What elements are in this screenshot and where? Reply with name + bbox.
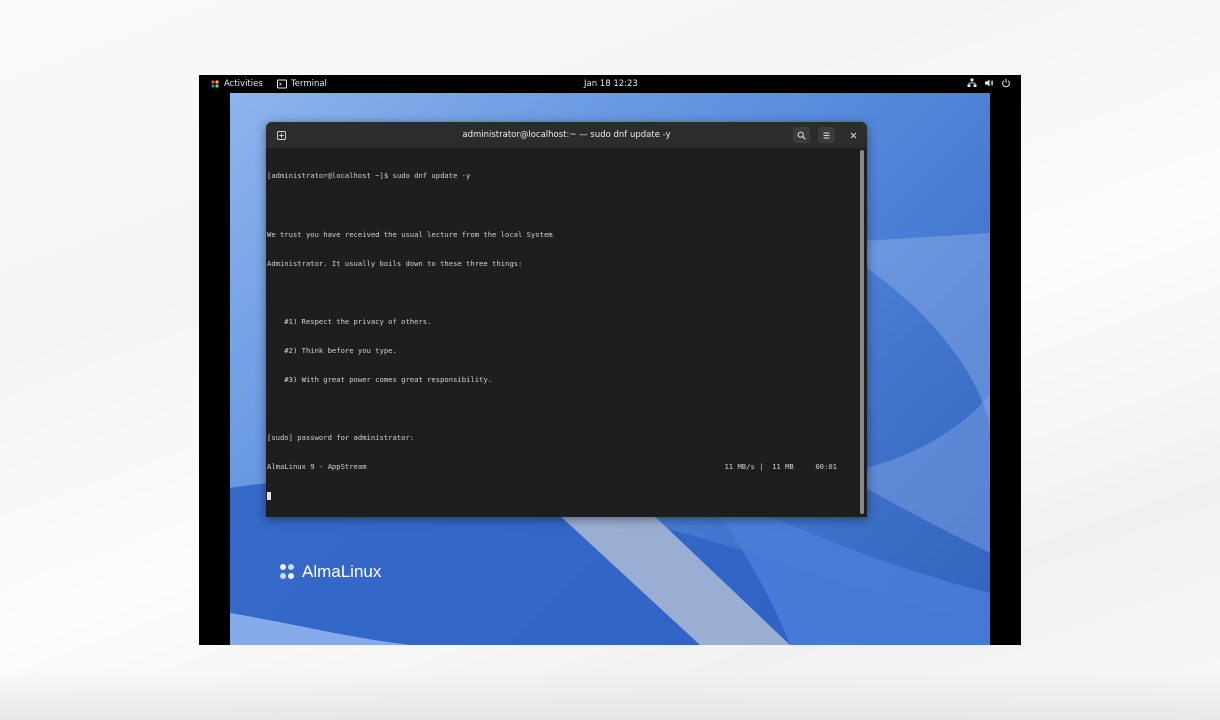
power-icon	[1002, 78, 1010, 88]
terminal-line: #3) With great power comes great respons…	[267, 375, 493, 385]
close-button[interactable]	[845, 127, 862, 143]
cursor-line	[267, 491, 859, 501]
activities-button[interactable]: Activities	[210, 79, 263, 89]
app-menu-terminal[interactable]: Terminal	[277, 79, 327, 89]
network-icon	[967, 78, 977, 87]
activities-label: Activities	[224, 79, 263, 89]
logo-text: AlmaLinux	[302, 562, 382, 581]
background-streak	[0, 670, 1220, 720]
terminal-scrollbar[interactable]	[860, 150, 864, 514]
vm-screen: Activities Terminal Jan 18 12:23 AlmaLin…	[199, 75, 1021, 645]
almalinux-logo-icon	[211, 80, 219, 88]
almalinux-mark-icon	[280, 564, 294, 579]
clock[interactable]: Jan 18 12:23	[584, 79, 638, 89]
desktop-wallpaper: AlmaLinux administrator@localhost:~ — su…	[230, 93, 990, 645]
download-stats: 11 MB/s | 11 MB 00:01	[724, 462, 837, 472]
search-icon	[797, 131, 806, 140]
terminal-line: [sudo] password for administrator:	[267, 433, 415, 443]
menu-button[interactable]	[818, 127, 835, 143]
terminal-window[interactable]: administrator@localhost:~ — sudo dnf upd…	[266, 122, 867, 517]
almalinux-wallpaper-logo: AlmaLinux	[276, 561, 381, 583]
search-button[interactable]	[793, 127, 810, 143]
gnome-top-bar: Activities Terminal Jan 18 12:23	[199, 75, 1021, 93]
hamburger-menu-icon	[823, 132, 830, 138]
terminal-line: #1) Respect the privacy of others.	[267, 316, 432, 326]
repo-name: AlmaLinux 9 - AppStream	[267, 462, 367, 472]
terminal-cursor	[267, 492, 271, 501]
terminal-line: [administrator@localhost ~]$ sudo dnf up…	[267, 171, 471, 181]
terminal-line: #2) Think before you type.	[267, 345, 397, 355]
terminal-line: We trust you have received the usual lec…	[267, 229, 553, 239]
system-tray[interactable]	[967, 78, 1011, 88]
terminal-app-icon	[277, 79, 287, 89]
window-title: administrator@localhost:~ — sudo dnf upd…	[462, 130, 671, 140]
download-progress-line: AlmaLinux 9 - AppStream 11 MB/s | 11 MB …	[267, 462, 837, 472]
app-menu-label: Terminal	[291, 79, 327, 89]
terminal-titlebar[interactable]: administrator@localhost:~ — sudo dnf upd…	[266, 122, 867, 148]
terminal-output[interactable]: [administrator@localhost ~]$ sudo dnf up…	[266, 148, 859, 517]
volume-icon	[985, 79, 994, 87]
close-icon	[850, 132, 857, 138]
terminal-line: Administrator. It usually boils down to …	[267, 258, 523, 268]
